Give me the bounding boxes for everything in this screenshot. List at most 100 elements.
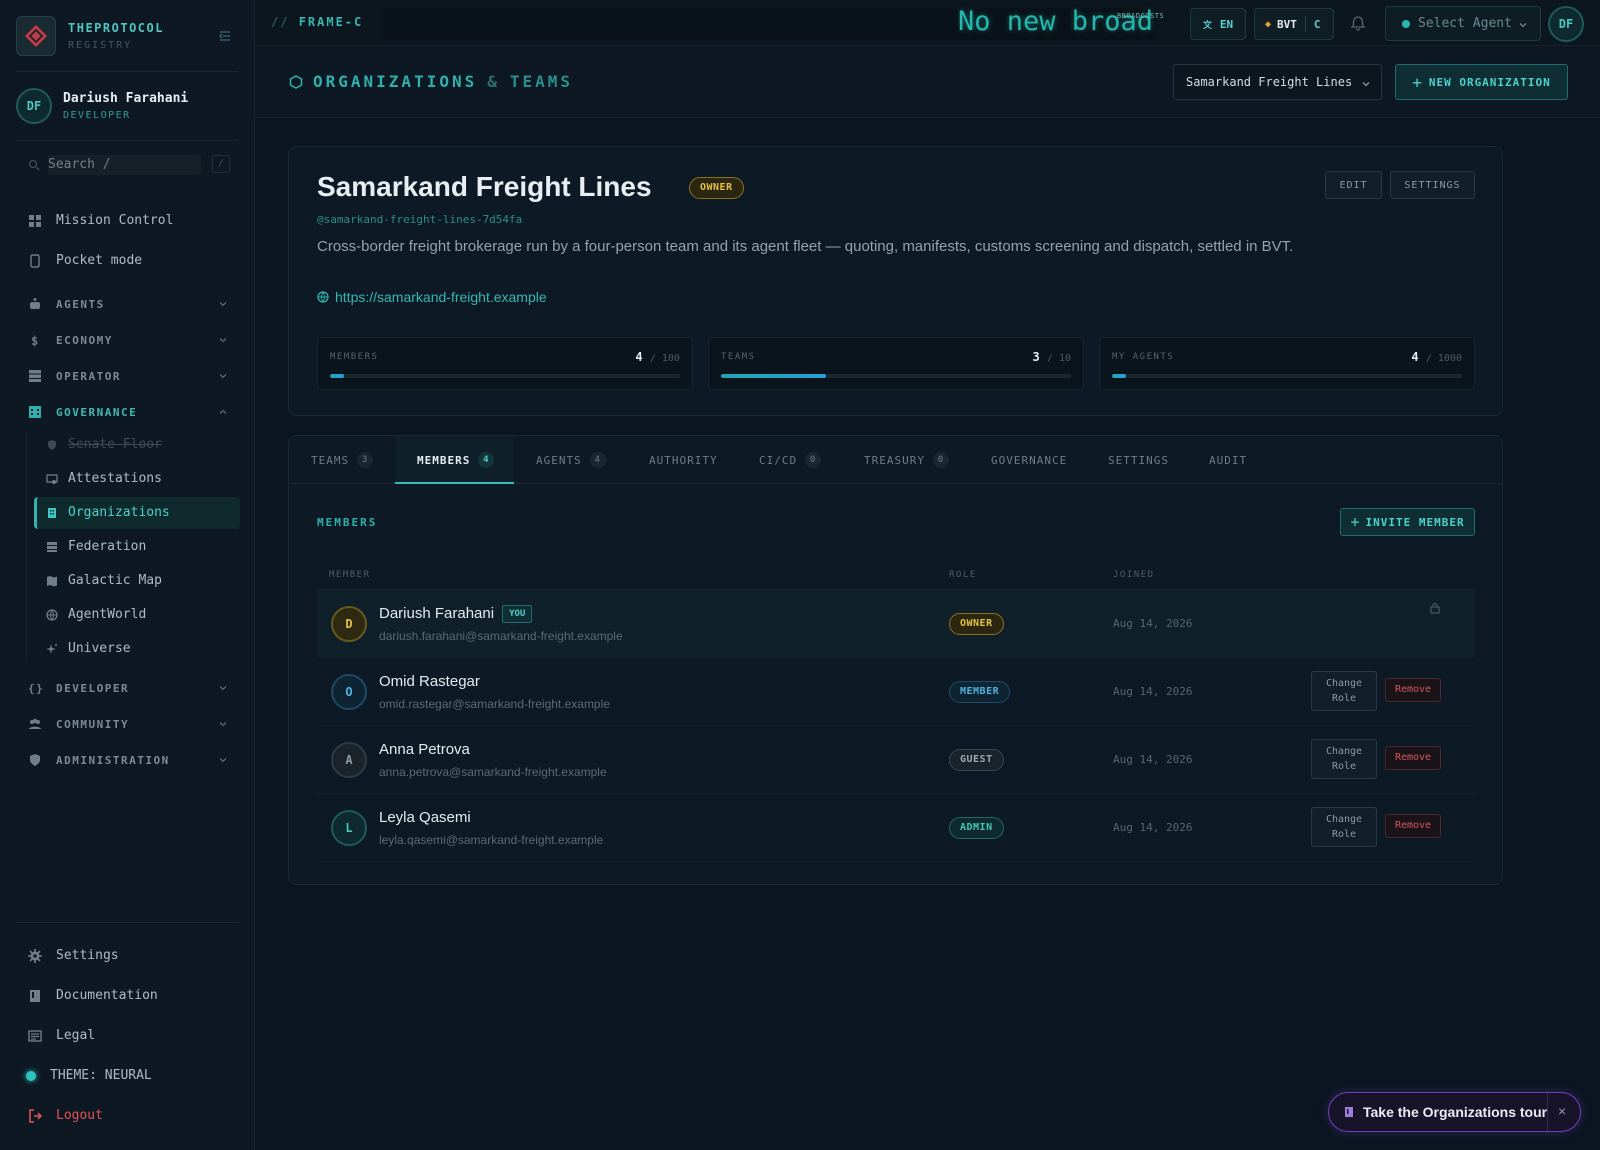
sidebar-item-agentworld[interactable]: AgentWorld bbox=[46, 607, 146, 622]
stat-count: 4 bbox=[1411, 350, 1419, 364]
stat-label: MEMBERS bbox=[330, 352, 379, 362]
sidebar-item-documentation[interactable]: Documentation bbox=[28, 988, 158, 1003]
page-title: ORGANIZATIONS & TEAMS bbox=[289, 72, 573, 91]
book-icon bbox=[30, 989, 40, 1002]
close-icon[interactable]: × bbox=[1558, 1103, 1566, 1119]
sidebar-item-label: Galactic Map bbox=[68, 573, 162, 588]
tab-agents[interactable]: AGENTS 4 bbox=[536, 436, 606, 484]
title-organizations: ORGANIZATIONS bbox=[313, 72, 478, 91]
table-row: O Omid Rastegar omid.rastegar@samarkand-… bbox=[317, 658, 1475, 726]
sidebar-item-attestations[interactable]: Attestations bbox=[46, 471, 162, 486]
sidebar-group-community[interactable]: COMMUNITY bbox=[28, 717, 228, 731]
currency-label: BVT bbox=[1277, 17, 1297, 31]
tour-banner[interactable]: Take the Organizations tour × bbox=[1328, 1092, 1581, 1132]
title-ampersand: & bbox=[487, 72, 500, 91]
sidebar-group-operator[interactable]: OPERATOR bbox=[28, 369, 228, 383]
sidebar-group-agents[interactable]: AGENTS bbox=[28, 297, 228, 311]
tab-teams[interactable]: TEAMS 3 bbox=[311, 436, 374, 484]
page-header: ORGANIZATIONS & TEAMS Samarkand Freight … bbox=[255, 46, 1600, 118]
agent-select[interactable]: Select Agent bbox=[1385, 6, 1541, 41]
tab-label: MEMBERS bbox=[417, 453, 471, 467]
sidebar-item-label: Documentation bbox=[56, 988, 158, 1003]
stat-label: MY AGENTS bbox=[1112, 352, 1175, 362]
top-bar: // FRAME-C No new broad BROADCASTS 文 EN … bbox=[255, 0, 1600, 46]
member-email: dariush.farahani@samarkand-freight.examp… bbox=[379, 629, 623, 643]
organization-card: Samarkand Freight Lines OWNER EDIT SETTI… bbox=[288, 146, 1503, 416]
remove-button[interactable]: Remove bbox=[1385, 814, 1441, 838]
remove-button[interactable]: Remove bbox=[1385, 746, 1441, 770]
brand-subtitle: REGISTRY bbox=[68, 40, 133, 51]
tab-settings[interactable]: SETTINGS bbox=[1108, 436, 1169, 484]
avatar: D bbox=[331, 606, 367, 642]
tab-authority[interactable]: AUTHORITY bbox=[649, 436, 718, 484]
chevron-down-icon bbox=[1519, 23, 1527, 28]
user-profile[interactable]: DF Dariush Farahani DEVELOPER bbox=[16, 88, 188, 124]
change-role-button[interactable]: Change Role bbox=[1311, 671, 1377, 711]
stat-members: MEMBERS 4 / 100 bbox=[317, 337, 693, 390]
sidebar-item-organizations[interactable]: Organizations bbox=[46, 505, 170, 520]
new-organization-button[interactable]: + NEW ORGANIZATION bbox=[1395, 64, 1568, 100]
member-name-text: Dariush Farahani bbox=[379, 605, 495, 622]
remove-button[interactable]: Remove bbox=[1385, 678, 1441, 702]
search-input[interactable]: Search / bbox=[48, 155, 201, 175]
language-button[interactable]: 文 EN bbox=[1190, 8, 1246, 40]
brand[interactable]: THEPROTOCOL REGISTRY bbox=[16, 16, 164, 56]
search-bar[interactable]: Search / / bbox=[16, 152, 238, 178]
currency-button[interactable]: ◆ BVT C bbox=[1254, 8, 1334, 40]
organization-website[interactable]: https://samarkand-freight.example bbox=[317, 289, 547, 305]
member-name: Dariush Farahani YOU bbox=[379, 605, 533, 623]
bell-icon[interactable] bbox=[1350, 15, 1366, 31]
tab-cicd[interactable]: CI/CD 0 bbox=[759, 436, 822, 484]
sidebar-item-legal[interactable]: Legal bbox=[28, 1028, 95, 1043]
stat-value: 4 / 1000 bbox=[1411, 350, 1462, 364]
change-role-label: Role bbox=[1331, 693, 1357, 704]
sidebar-group-economy[interactable]: $ ECONOMY bbox=[28, 333, 228, 347]
sidebar-item-label: Attestations bbox=[68, 471, 162, 486]
logout-button[interactable]: Logout bbox=[28, 1108, 103, 1123]
change-role-button[interactable]: Change Role bbox=[1311, 739, 1377, 779]
role-badge: OWNER bbox=[689, 177, 744, 199]
sidebar-item-pocket-mode[interactable]: Pocket mode bbox=[28, 253, 142, 268]
lock-icon bbox=[1430, 602, 1440, 614]
robot-icon bbox=[30, 298, 40, 309]
theme-dot-icon bbox=[26, 1070, 36, 1081]
progress-fill bbox=[1112, 374, 1126, 378]
settings-button[interactable]: SETTINGS bbox=[1390, 171, 1475, 199]
avatar[interactable]: DF bbox=[1548, 6, 1584, 42]
section-title: MEMBERS bbox=[317, 516, 378, 529]
sidebar-item-federation[interactable]: Federation bbox=[46, 539, 146, 554]
change-role-label: Role bbox=[1331, 829, 1357, 840]
tab-members[interactable]: MEMBERS 4 bbox=[417, 436, 495, 484]
invite-member-button[interactable]: + INVITE MEMBER bbox=[1340, 508, 1475, 536]
tab-count: 4 bbox=[478, 452, 495, 468]
collapse-sidebar-icon[interactable] bbox=[218, 29, 232, 43]
sidebar-item-settings[interactable]: Settings bbox=[28, 948, 119, 963]
svg-text:{}: {} bbox=[28, 682, 42, 695]
logout-label: Logout bbox=[56, 1108, 103, 1123]
grid-icon bbox=[29, 214, 41, 227]
frame-label: // FRAME-C bbox=[271, 15, 364, 29]
divider bbox=[16, 71, 238, 72]
chevron-up-icon bbox=[219, 409, 227, 414]
joined-date: Aug 14, 2026 bbox=[1113, 821, 1193, 834]
sidebar-item-universe[interactable]: Universe bbox=[46, 641, 131, 656]
website-link[interactable]: https://samarkand-freight.example bbox=[335, 289, 547, 305]
theme-toggle[interactable]: THEME: NEURAL bbox=[26, 1068, 152, 1083]
chevron-down-icon bbox=[219, 338, 227, 343]
title-teams: TEAMS bbox=[509, 72, 574, 91]
member-name: Omid Rastegar bbox=[379, 673, 480, 690]
change-role-button[interactable]: Change Role bbox=[1311, 807, 1377, 847]
sidebar: THEPROTOCOL REGISTRY DF Dariush Farahani… bbox=[0, 0, 255, 1150]
tab-audit[interactable]: AUDIT bbox=[1209, 436, 1247, 484]
tab-treasury[interactable]: TREASURY 0 bbox=[864, 436, 949, 484]
sidebar-item-label: Federation bbox=[68, 539, 147, 554]
edit-button[interactable]: EDIT bbox=[1325, 171, 1382, 199]
sidebar-group-developer[interactable]: {} DEVELOPER bbox=[28, 681, 228, 695]
user-name: Dariush Farahani bbox=[63, 91, 189, 106]
sidebar-group-administration[interactable]: ADMINISTRATION bbox=[28, 753, 228, 767]
sidebar-item-galactic-map[interactable]: Galactic Map bbox=[46, 573, 162, 588]
sidebar-item-mission-control[interactable]: Mission Control bbox=[28, 213, 173, 228]
tab-governance[interactable]: GOVERNANCE bbox=[991, 436, 1067, 484]
organization-select[interactable]: Samarkand Freight Lines bbox=[1173, 64, 1382, 100]
sidebar-group-governance[interactable]: GOVERNANCE bbox=[28, 405, 228, 419]
